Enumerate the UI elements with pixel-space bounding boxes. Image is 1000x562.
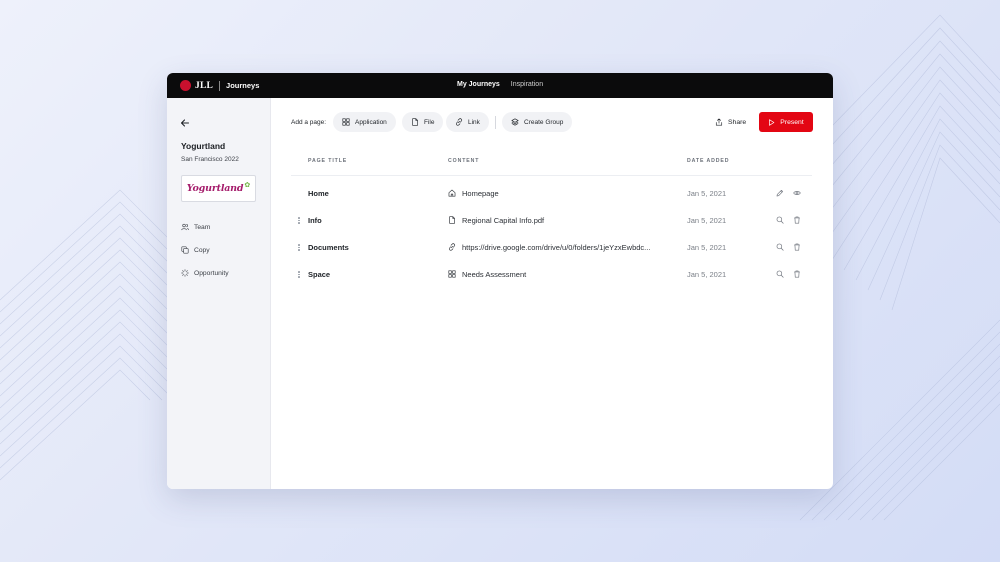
add-page-label: Add a page: <box>291 119 327 126</box>
trash-icon[interactable] <box>793 270 801 278</box>
table-row[interactable]: Home Homepage Jan 5, 2021 <box>271 179 833 206</box>
search-icon[interactable] <box>776 243 784 251</box>
users-icon <box>181 223 189 231</box>
table-row[interactable]: Info Regional Capital Info.pdf Jan 5, 20… <box>271 206 833 233</box>
share-label: Share <box>728 118 747 126</box>
date-cell: Jan 5, 2021 <box>687 243 727 252</box>
play-icon <box>769 118 775 126</box>
sidebar: Yogurtland San Francisco 2022 Yogurtland… <box>167 98 271 489</box>
top-bar: JLL Journeys My Journeys Inspiration <box>167 73 833 98</box>
main-panel: Add a page: Application File Link Create… <box>271 98 833 489</box>
drag-handle-icon[interactable] <box>298 271 301 278</box>
logo-divider <box>219 80 221 91</box>
share-button[interactable]: Share <box>715 118 746 126</box>
content-cell[interactable]: Homepage <box>462 189 499 198</box>
add-application-button[interactable]: Application <box>333 112 396 132</box>
grid-icon <box>342 118 350 126</box>
link-icon <box>456 118 462 126</box>
app-window: JLL Journeys My Journeys Inspiration Yog… <box>167 73 833 489</box>
link-icon <box>449 243 455 251</box>
content-cell[interactable]: Regional Capital Info.pdf <box>462 216 544 225</box>
file-icon <box>449 216 455 224</box>
share-icon <box>715 118 723 126</box>
product-name: Journeys <box>226 81 260 90</box>
client-logo: Yogurtland ✿ <box>181 175 256 202</box>
column-header-page-title[interactable]: PAGE TITLE <box>308 158 347 164</box>
drag-handle-icon[interactable] <box>298 217 301 224</box>
journey-subtitle: San Francisco 2022 <box>181 156 239 163</box>
content-cell[interactable]: Needs Assessment <box>462 270 526 279</box>
header-divider <box>291 175 812 176</box>
grid-icon <box>448 270 456 278</box>
trash-icon[interactable] <box>793 216 801 224</box>
leaf-icon: ✿ <box>244 181 251 189</box>
present-button[interactable]: Present <box>759 112 813 132</box>
layers-icon <box>511 118 519 126</box>
table-row[interactable]: Documents https://drive.google.com/drive… <box>271 233 833 260</box>
home-icon <box>448 189 456 197</box>
chip-label: Link <box>468 118 480 126</box>
trash-icon[interactable] <box>793 243 801 251</box>
copy-icon <box>181 246 189 254</box>
sidebar-item-label: Copy <box>194 246 210 254</box>
jll-mark-icon <box>180 80 191 91</box>
brand-name: JLL <box>195 80 214 91</box>
sidebar-item-team[interactable]: Team <box>181 223 210 231</box>
sidebar-item-label: Opportunity <box>194 269 229 277</box>
page-title-cell: Documents <box>308 243 349 252</box>
present-label: Present <box>780 118 804 126</box>
edit-icon[interactable] <box>776 189 784 197</box>
page-title-cell: Info <box>308 216 322 225</box>
toolbar-divider <box>495 116 496 129</box>
file-icon <box>412 118 418 126</box>
date-cell: Jan 5, 2021 <box>687 270 727 279</box>
drag-handle-icon[interactable] <box>298 244 301 251</box>
column-header-content[interactable]: CONTENT <box>448 158 479 164</box>
chip-label: File <box>424 118 435 126</box>
sidebar-item-copy[interactable]: Copy <box>181 246 210 254</box>
create-group-button[interactable]: Create Group <box>502 112 573 132</box>
add-file-button[interactable]: File <box>402 112 444 132</box>
column-header-date-added[interactable]: DATE ADDED <box>687 158 729 164</box>
nav-my-journeys[interactable]: My Journeys <box>457 81 500 88</box>
sidebar-item-label: Team <box>194 223 211 231</box>
eye-icon[interactable] <box>793 189 801 197</box>
arrow-left-icon[interactable] <box>180 118 190 128</box>
sidebar-item-opportunity[interactable]: Opportunity <box>181 269 229 277</box>
add-link-button[interactable]: Link <box>446 112 489 132</box>
date-cell: Jan 5, 2021 <box>687 189 727 198</box>
sparkle-icon <box>181 269 189 277</box>
search-icon[interactable] <box>776 270 784 278</box>
company-name: Yogurtland <box>181 141 226 151</box>
search-icon[interactable] <box>776 216 784 224</box>
chip-label: Create Group <box>524 118 564 126</box>
jll-logo[interactable]: JLL Journeys <box>180 79 259 92</box>
page-title-cell: Home <box>308 189 329 198</box>
date-cell: Jan 5, 2021 <box>687 216 727 225</box>
chip-label: Application <box>355 118 387 126</box>
page-title-cell: Space <box>308 270 331 279</box>
nav-inspiration[interactable]: Inspiration <box>511 81 543 88</box>
table-row[interactable]: Space Needs Assessment Jan 5, 2021 <box>271 260 833 287</box>
client-logo-wordmark: Yogurtland <box>186 183 244 194</box>
content-cell[interactable]: https://drive.google.com/drive/u/0/folde… <box>462 243 650 252</box>
top-nav: My Journeys Inspiration <box>457 81 543 88</box>
